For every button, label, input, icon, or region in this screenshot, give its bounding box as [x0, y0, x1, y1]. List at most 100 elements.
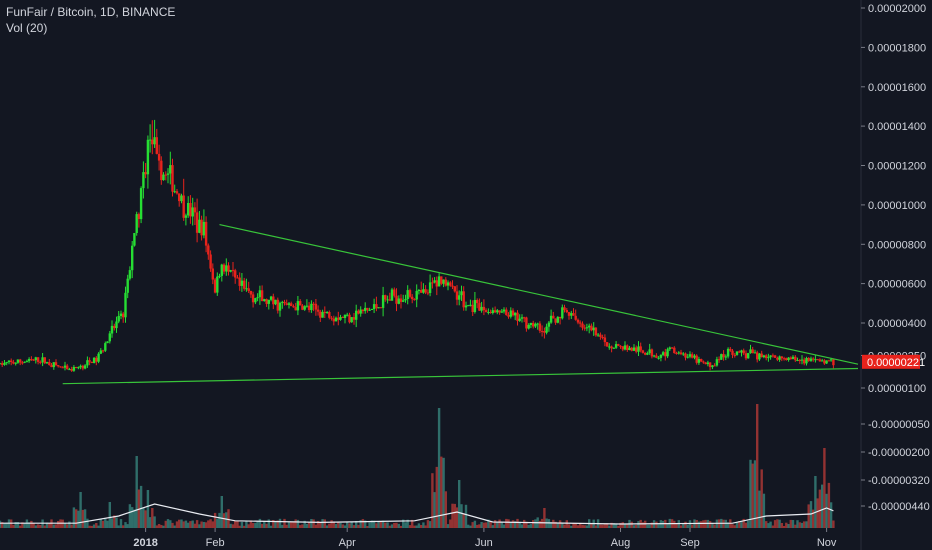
candle-body: [733, 354, 736, 356]
volume-bar: [195, 520, 199, 528]
volume-bar: [708, 521, 712, 528]
volume-bar: [86, 518, 89, 528]
volume-bar: [675, 523, 678, 528]
volume-tick-label: -0.00000200: [868, 447, 930, 459]
chart-container[interactable]: FunFair / Bitcoin, 1D, BINANCE Vol (20) …: [0, 0, 932, 550]
volume-bar: [281, 524, 284, 528]
candle-body: [245, 288, 248, 290]
volume-bar: [617, 525, 620, 528]
price-tick-label: 0.00000600: [868, 279, 926, 291]
volume-bar: [614, 524, 618, 528]
candle-body: [124, 292, 127, 318]
volume-bar: [341, 524, 344, 528]
candle-body: [713, 365, 716, 367]
candle-body: [267, 299, 270, 304]
candle-body: [406, 290, 409, 299]
volume-bar: [744, 522, 748, 528]
candle-body: [191, 207, 194, 217]
candle-body: [301, 305, 304, 310]
candle-body: [341, 317, 344, 318]
volume-bar: [213, 512, 217, 528]
candle-body: [693, 355, 696, 358]
volume-bar: [290, 522, 293, 528]
volume-bar: [491, 525, 494, 528]
candle-body: [496, 310, 499, 313]
volume-bar: [348, 523, 351, 528]
candle-body: [307, 305, 311, 310]
candle-body: [829, 359, 833, 361]
candle-body: [357, 310, 360, 314]
volume-bar: [543, 508, 546, 528]
candle-body: [471, 304, 474, 312]
volume-bar: [110, 518, 114, 528]
candle-body: [330, 317, 333, 319]
volume-bar: [702, 520, 705, 528]
candle-body: [706, 362, 710, 365]
volume-bar: [547, 519, 551, 528]
volume-bar: [198, 524, 201, 528]
volume-bar: [133, 509, 136, 528]
candle-body: [211, 268, 214, 280]
candle-body: [411, 296, 414, 300]
candle-body: [623, 345, 627, 350]
candlestick-chart[interactable]: 0.00002000 0.00001800 0.00001600 0.00001400…: [0, 0, 932, 550]
candle-body: [305, 305, 309, 307]
candle-body: [162, 174, 165, 181]
volume-bar: [608, 525, 611, 528]
candle-body: [379, 307, 382, 309]
candle-body: [635, 347, 638, 352]
volume-bar: [733, 525, 736, 528]
volume-bar: [32, 523, 35, 528]
volume-bar: [57, 521, 60, 528]
volume-bar: [623, 524, 627, 528]
candle-body: [821, 360, 824, 362]
volume-bar: [52, 524, 55, 528]
volume-bar: [251, 523, 255, 528]
candle-body: [630, 347, 633, 351]
volume-bar: [621, 522, 624, 528]
volume-bar: [240, 521, 244, 528]
candle-body: [493, 310, 497, 313]
candle-body: [83, 365, 87, 369]
candle-body: [534, 323, 537, 327]
candle-body: [370, 309, 374, 310]
candle-body: [97, 353, 100, 362]
candle-body: [740, 350, 743, 353]
volume-bar: [30, 520, 33, 528]
candle-body: [798, 360, 801, 361]
candle-body: [446, 282, 450, 286]
candle-body: [603, 337, 607, 343]
volume-bar: [267, 519, 270, 528]
candle-body: [500, 311, 503, 313]
volume-bar: [697, 521, 701, 528]
volume-bar: [146, 490, 150, 528]
candle-body: [95, 357, 98, 362]
volume-bar: [574, 523, 577, 528]
candle-body: [146, 139, 150, 175]
volume-bar: [800, 522, 804, 528]
volume-bar: [648, 524, 651, 528]
candle-body: [773, 355, 777, 358]
candle-body: [440, 276, 443, 284]
candle-body: [809, 358, 813, 361]
volume-bar: [803, 521, 806, 528]
volume-bar: [124, 522, 127, 528]
candle-body: [45, 362, 49, 364]
volume-bar: [455, 507, 459, 528]
candle-body: [384, 295, 387, 300]
candle-body: [675, 353, 678, 354]
candle-body: [350, 317, 353, 323]
candle-body: [778, 356, 781, 360]
candle-body: [14, 362, 17, 364]
candle-body: [646, 353, 649, 355]
volume-bar: [178, 519, 181, 528]
volume-bar: [807, 504, 810, 528]
volume-bar: [478, 524, 481, 528]
candle-body: [758, 353, 761, 360]
candle-body: [395, 295, 398, 304]
candle-body: [644, 352, 647, 355]
candle-body: [507, 315, 510, 317]
candle-body: [43, 357, 46, 364]
volume-bar: [352, 525, 356, 528]
candle-body: [258, 290, 262, 298]
